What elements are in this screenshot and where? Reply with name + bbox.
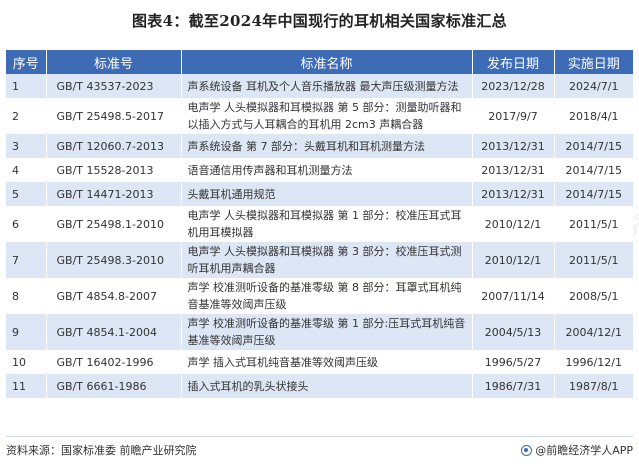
- cell-name: 声学 校准测听设备的基准零级 第 1 部分:压耳式耳机纯音基准等效阈声压级: [181, 314, 473, 350]
- cell-pub-date: 2017/9/7: [472, 98, 555, 134]
- cell-pub-date: 2013/12/31: [472, 182, 555, 206]
- cell-pub-date: 2013/12/31: [472, 134, 555, 158]
- cell-name: 电声学 人头模拟器和耳模拟器 第 5 部分：测量助听器和以插入方式与人耳耦合的耳…: [181, 98, 473, 134]
- cell-code: GB/T 43537-2023: [46, 74, 182, 98]
- cell-name: 插入式耳机的乳头状接头: [181, 374, 473, 398]
- brand-logo-icon: [521, 445, 533, 456]
- cell-pub-date: 1996/5/27: [472, 350, 555, 374]
- cell-name: 声系统设备 耳机及个人音乐播放器 最大声压级测量方法: [181, 74, 473, 98]
- cell-seq: 5: [6, 182, 47, 206]
- table-row: 2 GB/T 25498.5-2017 电声学 人头模拟器和耳模拟器 第 5 部…: [6, 98, 633, 134]
- brand-label: @前瞻经济学人APP: [535, 444, 633, 457]
- table-row: 8 GB/T 4854.8-2007 声学 校准测听设备的基准零级 第 8 部分…: [6, 278, 633, 314]
- cell-seq: 11: [6, 374, 47, 398]
- cell-code: GB/T 4854.1-2004: [46, 314, 182, 350]
- table-row: 9 GB/T 4854.1-2004 声学 校准测听设备的基准零级 第 1 部分…: [6, 314, 633, 350]
- cell-seq: 1: [6, 74, 47, 98]
- cell-seq: 4: [6, 158, 47, 182]
- cell-pub-date: 2007/11/14: [472, 278, 555, 314]
- cell-code: GB/T 12060.7-2013: [46, 134, 182, 158]
- cell-name: 头戴耳机通用规范: [181, 182, 473, 206]
- cell-impl-date: 2018/4/1: [554, 98, 633, 134]
- cell-impl-date: 2024/7/1: [554, 74, 633, 98]
- cell-name: 声学 校准测听设备的基准零级 第 8 部分：耳罩式耳机纯音基准等效阈声压级: [181, 278, 473, 314]
- cell-impl-date: 2011/5/1: [554, 206, 633, 242]
- cell-impl-date: 2014/7/15: [554, 134, 633, 158]
- cell-code: GB/T 14471-2013: [46, 182, 182, 206]
- table-row: 1 GB/T 43537-2023 声系统设备 耳机及个人音乐播放器 最大声压级…: [6, 74, 633, 98]
- standards-table: 序号 标准号 标准名称 发布日期 实施日期 1 GB/T 43537-2023 …: [6, 50, 633, 398]
- cell-code: GB/T 6661-1986: [46, 374, 182, 398]
- cell-seq: 8: [6, 278, 47, 314]
- cell-impl-date: 1996/12/1: [554, 350, 633, 374]
- cell-code: GB/T 16402-1996: [46, 350, 182, 374]
- cell-code: GB/T 25498.1-2010: [46, 206, 182, 242]
- cell-impl-date: 2004/12/1: [554, 314, 633, 350]
- cell-seq: 10: [6, 350, 47, 374]
- header-pub-date: 发布日期: [472, 50, 555, 74]
- cell-impl-date: 2011/5/1: [554, 242, 633, 278]
- cell-seq: 6: [6, 206, 47, 242]
- cell-code: GB/T 15528-2013: [46, 158, 182, 182]
- cell-code: GB/T 25498.5-2017: [46, 98, 182, 134]
- cell-name: 电声学 人头模拟器和耳模拟器 第 1 部分：校准压耳式耳机用耳模拟器: [181, 206, 473, 242]
- cell-pub-date: 2010/12/1: [472, 242, 555, 278]
- table-row: 5 GB/T 14471-2013 头戴耳机通用规范 2013/12/31 20…: [6, 182, 633, 206]
- cell-name: 电声学 人头模拟器和耳模拟器 第 3 部分：校准压耳式测听耳机用声耦合器: [181, 242, 473, 278]
- cell-code: GB/T 4854.8-2007: [46, 278, 182, 314]
- footer-divider: [6, 436, 633, 437]
- table-row: 7 GB/T 25498.3-2010 电声学 人头模拟器和耳模拟器 第 3 部…: [6, 242, 633, 278]
- table-row: 4 GB/T 15528-2013 语音通信用传声器和耳机测量方法 2013/1…: [6, 158, 633, 182]
- cell-name: 声系统设备 第 7 部分：头戴耳机和耳机测量方法: [181, 134, 473, 158]
- source-note: 资料来源：国家标准委 前瞻产业研究院: [6, 444, 197, 457]
- header-code: 标准号: [46, 50, 182, 74]
- brand-credit: @前瞻经济学人APP: [521, 442, 633, 458]
- cell-pub-date: 2010/12/1: [472, 206, 555, 242]
- cell-impl-date: 2014/7/15: [554, 182, 633, 206]
- cell-impl-date: 2014/7/15: [554, 158, 633, 182]
- cell-pub-date: 1986/7/31: [472, 374, 555, 398]
- table-header-row: 序号 标准号 标准名称 发布日期 实施日期: [6, 50, 633, 74]
- cell-seq: 7: [6, 242, 47, 278]
- cell-code: GB/T 25498.3-2010: [46, 242, 182, 278]
- cell-pub-date: 2013/12/31: [472, 158, 555, 182]
- cell-pub-date: 2023/12/28: [472, 74, 555, 98]
- header-seq: 序号: [6, 50, 47, 74]
- cell-name: 语音通信用传声器和耳机测量方法: [181, 158, 473, 182]
- table-row: 11 GB/T 6661-1986 插入式耳机的乳头状接头 1986/7/31 …: [6, 374, 633, 398]
- cell-impl-date: 1987/8/1: [554, 374, 633, 398]
- table-row: 3 GB/T 12060.7-2013 声系统设备 第 7 部分：头戴耳机和耳机…: [6, 134, 633, 158]
- cell-pub-date: 2004/5/13: [472, 314, 555, 350]
- table-row: 6 GB/T 25498.1-2010 电声学 人头模拟器和耳模拟器 第 1 部…: [6, 206, 633, 242]
- cell-impl-date: 2008/5/1: [554, 278, 633, 314]
- cell-name: 声学 插入式耳机纯音基准等效阈声压级: [181, 350, 473, 374]
- chart-title: 图表4：截至2024年中国现行的耳机相关国家标准汇总: [132, 12, 507, 30]
- cell-seq: 9: [6, 314, 47, 350]
- cell-seq: 2: [6, 98, 47, 134]
- table-row: 10 GB/T 16402-1996 声学 插入式耳机纯音基准等效阈声压级 19…: [6, 350, 633, 374]
- header-name: 标准名称: [181, 50, 473, 74]
- cell-seq: 3: [6, 134, 47, 158]
- header-impl-date: 实施日期: [554, 50, 633, 74]
